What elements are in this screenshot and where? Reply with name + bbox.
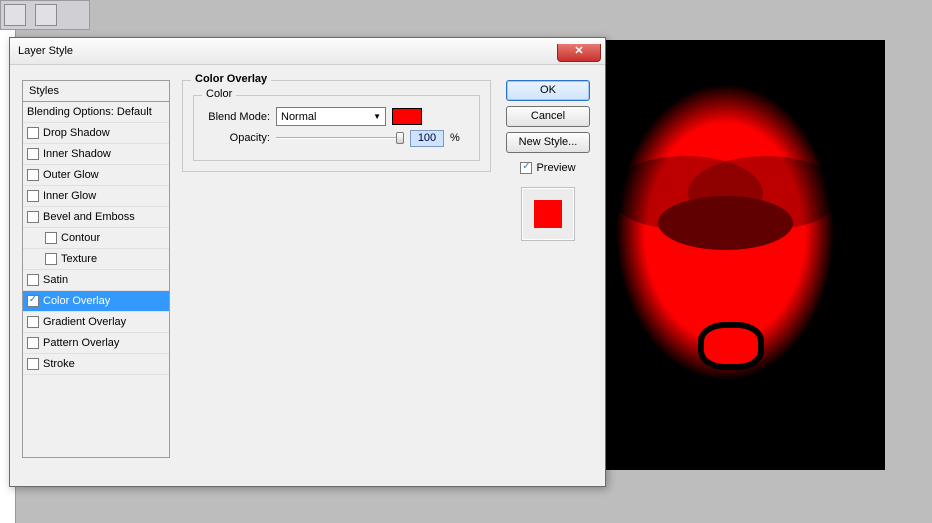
style-label: Satin xyxy=(43,274,68,286)
styles-list: Blending Options: Default Drop Shadow In… xyxy=(22,102,170,458)
opacity-label: Opacity: xyxy=(202,132,270,144)
checkbox[interactable] xyxy=(27,211,39,223)
checkbox[interactable] xyxy=(27,148,39,160)
opacity-slider[interactable] xyxy=(276,129,404,147)
checkbox[interactable] xyxy=(27,337,39,349)
checkbox[interactable] xyxy=(27,295,39,307)
checkbox[interactable] xyxy=(27,190,39,202)
style-label: Inner Glow xyxy=(43,190,96,202)
checkbox[interactable] xyxy=(45,253,57,265)
style-item-gradient-overlay[interactable]: Gradient Overlay xyxy=(23,312,169,333)
checkbox[interactable] xyxy=(27,316,39,328)
checkbox[interactable] xyxy=(27,274,39,286)
style-item-pattern-overlay[interactable]: Pattern Overlay xyxy=(23,333,169,354)
opacity-unit: % xyxy=(450,132,460,144)
checkbox[interactable] xyxy=(27,358,39,370)
tool-options-strip xyxy=(0,0,90,30)
dialog-buttons: OK Cancel New Style... Preview xyxy=(503,80,593,474)
opacity-input[interactable]: 100 xyxy=(410,130,444,147)
style-item-texture[interactable]: Texture xyxy=(23,249,169,270)
settings-panel: Color Overlay Color Blend Mode: Normal ▼… xyxy=(182,80,491,474)
blend-mode-value: Normal xyxy=(281,111,316,123)
blend-mode-label: Blend Mode: xyxy=(202,111,270,123)
checkbox[interactable] xyxy=(45,232,57,244)
dialog-title: Layer Style xyxy=(18,45,73,57)
style-item-color-overlay[interactable]: Color Overlay xyxy=(23,291,169,312)
styles-header[interactable]: Styles xyxy=(22,80,170,102)
preview-swatch xyxy=(534,200,562,228)
checkbox[interactable] xyxy=(27,127,39,139)
tool-icon[interactable] xyxy=(35,4,57,26)
close-button[interactable]: ✕ xyxy=(557,44,601,62)
blend-mode-dropdown[interactable]: Normal ▼ xyxy=(276,107,386,126)
cancel-button[interactable]: Cancel xyxy=(506,106,590,127)
style-label: Color Overlay xyxy=(43,295,110,307)
style-item-drop-shadow[interactable]: Drop Shadow xyxy=(23,123,169,144)
preview-checkbox[interactable] xyxy=(520,162,532,174)
dialog-titlebar[interactable]: Layer Style ✕ xyxy=(10,38,605,65)
slider-thumb[interactable] xyxy=(396,132,404,144)
style-item-bevel-emboss[interactable]: Bevel and Emboss xyxy=(23,207,169,228)
color-swatch[interactable] xyxy=(392,108,422,125)
color-overlay-group: Color Overlay Color Blend Mode: Normal ▼… xyxy=(182,80,491,172)
subgroup-legend: Color xyxy=(202,88,236,100)
chevron-down-icon: ▼ xyxy=(373,112,381,121)
color-subgroup: Color Blend Mode: Normal ▼ Opacity: xyxy=(193,95,480,161)
style-label: Blending Options: Default xyxy=(27,106,152,118)
style-label: Inner Shadow xyxy=(43,148,111,160)
style-label: Drop Shadow xyxy=(43,127,110,139)
preview-swatch-container xyxy=(521,187,575,241)
style-label: Outer Glow xyxy=(43,169,99,181)
close-icon: ✕ xyxy=(574,45,583,57)
style-item-stroke[interactable]: Stroke xyxy=(23,354,169,375)
tool-icon[interactable] xyxy=(4,4,26,26)
style-label: Gradient Overlay xyxy=(43,316,126,328)
style-label: Pattern Overlay xyxy=(43,337,119,349)
image-content xyxy=(590,70,860,430)
style-label: Stroke xyxy=(43,358,75,370)
styles-panel: Styles Blending Options: Default Drop Sh… xyxy=(22,80,170,474)
preview-label: Preview xyxy=(536,162,575,174)
style-label: Texture xyxy=(61,253,97,265)
ok-button[interactable]: OK xyxy=(506,80,590,101)
style-label: Contour xyxy=(61,232,100,244)
new-style-button[interactable]: New Style... xyxy=(506,132,590,153)
group-legend: Color Overlay xyxy=(191,73,271,85)
layer-style-dialog: Layer Style ✕ Styles Blending Options: D… xyxy=(9,37,606,487)
style-item-inner-glow[interactable]: Inner Glow xyxy=(23,186,169,207)
checkbox[interactable] xyxy=(27,169,39,181)
style-item-blending-options[interactable]: Blending Options: Default xyxy=(23,102,169,123)
style-item-contour[interactable]: Contour xyxy=(23,228,169,249)
style-label: Bevel and Emboss xyxy=(43,211,135,223)
style-item-outer-glow[interactable]: Outer Glow xyxy=(23,165,169,186)
style-item-satin[interactable]: Satin xyxy=(23,270,169,291)
style-item-inner-shadow[interactable]: Inner Shadow xyxy=(23,144,169,165)
